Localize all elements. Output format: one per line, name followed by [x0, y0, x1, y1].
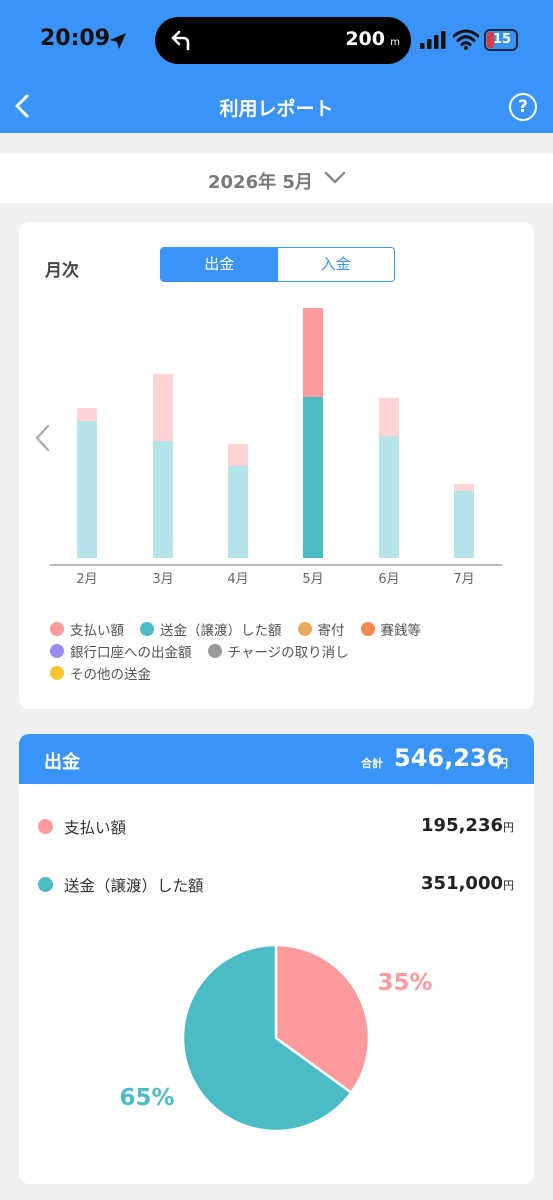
pie-label-transfer: 65% — [119, 1085, 174, 1111]
x-tick-label: 3月 — [152, 572, 173, 587]
bar-transfer-6[interactable] — [379, 436, 399, 558]
total-label: 合計 — [361, 757, 383, 770]
payment-amount: 195,236円 — [421, 815, 514, 836]
total-currency: 円 — [497, 757, 508, 770]
tab-withdrawal[interactable]: 出金 — [161, 248, 278, 281]
legend-label: 支払い額 — [70, 623, 124, 639]
transfer-amount-value: 351,000 — [421, 873, 503, 894]
location-arrow-icon — [110, 33, 126, 49]
legend-row: 支払い額 送金（譲渡）した額 寄付 賽銭等 — [50, 618, 520, 640]
help-button[interactable]: ? — [509, 93, 537, 121]
tab-deposit[interactable]: 入金 — [277, 248, 394, 281]
legend-color-dot — [140, 622, 154, 636]
page-title: 利用レポート — [219, 98, 334, 120]
payment-currency: 円 — [503, 821, 514, 834]
navigation-distance: 200 — [345, 28, 385, 50]
transfer-color-dot — [38, 877, 53, 892]
legend-color-dot — [297, 622, 312, 636]
bar-payment-3[interactable] — [153, 374, 173, 441]
summary-header: 出金 合計 546,236 円 — [19, 734, 534, 784]
month-selector[interactable]: 2026年 5月 — [0, 153, 553, 203]
summary-title: 出金 — [44, 752, 80, 773]
legend-label: 送金（譲渡）した額 — [160, 623, 282, 639]
legend-label: 銀行口座への出金額 — [70, 645, 192, 661]
previous-month-arrow-icon[interactable] — [35, 424, 50, 452]
chevron-down-icon — [324, 171, 346, 184]
x-tick-label: 6月 — [378, 572, 399, 587]
x-tick-label: 5月 — [302, 572, 323, 587]
navigation-unit: m — [390, 37, 400, 48]
legend-color-dot — [207, 644, 222, 658]
legend-row: その他の送金 — [50, 662, 520, 684]
battery-level: 15 — [493, 32, 512, 47]
bar-payment-4[interactable] — [228, 444, 248, 466]
transfer-currency: 円 — [503, 879, 514, 892]
transfer-label: 送金（譲渡）した額 — [64, 877, 204, 895]
wifi-icon — [453, 29, 479, 50]
x-tick-label: 2月 — [76, 572, 97, 587]
turn-left-icon — [171, 30, 190, 51]
legend-color-dot — [50, 622, 64, 636]
legend-item: チャージの取り消し — [207, 641, 349, 661]
bar-payment-2[interactable] — [77, 408, 97, 421]
legend-item: 賽銭等 — [360, 619, 422, 639]
bar-transfer-5[interactable] — [303, 397, 323, 558]
legend-label: 寄付 — [317, 623, 345, 639]
legend-label: 賽銭等 — [380, 623, 422, 639]
legend-color-dot — [50, 644, 64, 658]
chart-legend: 支払い額 送金（譲渡）した額 寄付 賽銭等銀行口座への出金額 チャージの取り消しその他の… — [50, 618, 520, 684]
top-bar: 20:09 200 m 15 利用レポート ? — [0, 0, 553, 133]
bar-payment-5[interactable] — [303, 308, 323, 397]
tab-switcher: 出金 入金 — [160, 247, 395, 282]
total-amount: 546,236 — [394, 744, 504, 772]
bar-transfer-2[interactable] — [77, 421, 97, 558]
chart-section-label: 月次 — [45, 261, 79, 281]
payment-color-dot — [38, 819, 53, 834]
monthly-bar-chart: 2月 3月 4月 5月 6月 7月 — [35, 308, 502, 587]
payment-amount-value: 195,236 — [421, 815, 503, 836]
legend-label: チャージの取り消し — [227, 645, 349, 661]
x-tick-label: 7月 — [453, 572, 474, 587]
legend-item: その他の送金 — [50, 663, 151, 683]
legend-color-dot — [50, 666, 64, 680]
withdrawal-summary-card: 出金 合計 546,236 円 支払い額 195,236円 送金（譲渡）した額 … — [19, 734, 534, 1184]
bar-transfer-4[interactable] — [228, 466, 248, 558]
battery-indicator: 15 — [484, 29, 518, 51]
monthly-chart-card: 月次 出金 入金 2月 3月 4月 5月 6月 7月 支払い額 送金（譲渡）した額 寄付 賽銭等… — [19, 222, 534, 709]
bar-payment-7[interactable] — [454, 484, 474, 491]
month-label: 2026年 5月 — [208, 172, 313, 193]
legend-label: その他の送金 — [70, 667, 151, 683]
legend-color-dot — [360, 622, 375, 636]
x-tick-label: 4月 — [227, 572, 248, 587]
withdrawal-pie-chart: 35% 65% — [119, 943, 433, 1133]
payment-label: 支払い額 — [64, 819, 127, 837]
cellular-signal-icon — [420, 31, 446, 49]
legend-row: 銀行口座への出金額 チャージの取り消し — [50, 640, 520, 662]
status-time: 20:09 — [40, 26, 111, 51]
summary-row-transfer: 送金（譲渡）した額 351,000円 — [19, 869, 534, 899]
bar-payment-6[interactable] — [379, 398, 399, 436]
pie-label-payment: 35% — [377, 970, 432, 996]
transfer-amount: 351,000円 — [421, 873, 514, 894]
summary-row-payment: 支払い額 195,236円 — [19, 811, 534, 841]
legend-item: 寄付 — [297, 619, 345, 639]
bar-transfer-3[interactable] — [153, 441, 173, 558]
dynamic-island-navigation[interactable]: 200 m — [155, 17, 411, 64]
legend-item: 銀行口座への出金額 — [50, 641, 192, 661]
bar-transfer-7[interactable] — [454, 491, 474, 558]
legend-item: 送金（譲渡）した額 — [140, 619, 282, 639]
legend-item: 支払い額 — [50, 619, 124, 639]
